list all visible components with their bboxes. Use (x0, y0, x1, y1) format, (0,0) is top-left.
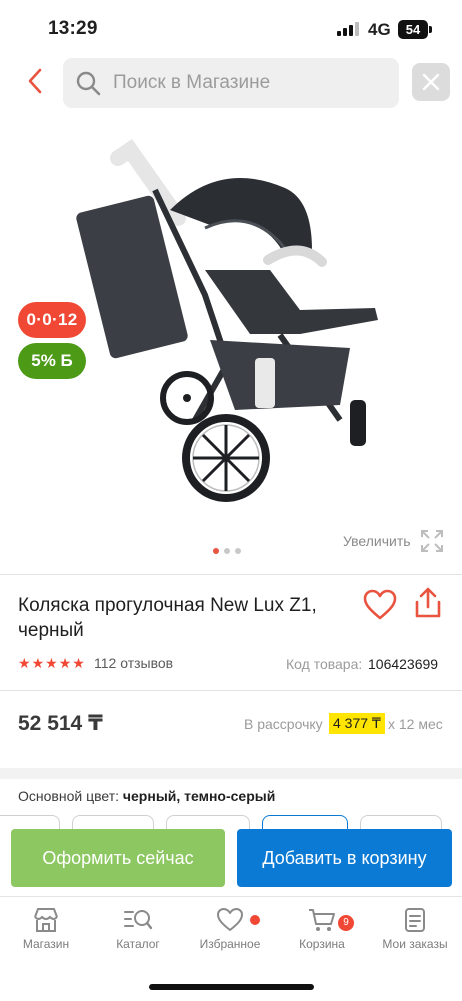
home-indicator[interactable] (149, 984, 314, 990)
nav-label: Каталог (116, 937, 160, 951)
product-gallery[interactable] (0, 120, 462, 560)
cart-count-badge: 9 (338, 915, 354, 931)
search-icon (76, 71, 101, 96)
back-button[interactable] (20, 66, 50, 96)
share-icon[interactable] (414, 587, 442, 619)
section-separator (0, 768, 462, 779)
installment-label: В рассрочку (244, 716, 323, 732)
network-type: 4G (368, 20, 391, 39)
chevron-left-icon (28, 68, 42, 94)
reviews-link[interactable]: 112 отзывов (94, 655, 173, 671)
divider (0, 690, 462, 691)
installment-months: x 12 мес (388, 716, 443, 732)
nav-label: Избранное (199, 937, 261, 951)
star-icon: ★ (45, 655, 58, 671)
product-code-value: 106423699 (368, 656, 439, 672)
nav-item-orders[interactable]: Мои заказы (368, 907, 462, 951)
bonus-badge: 5% Б (18, 343, 86, 379)
pagination-dot (213, 548, 219, 554)
nav-item-favorites[interactable]: Избранное (184, 907, 276, 951)
divider (0, 574, 462, 575)
nav-item-catalog[interactable]: Каталог (92, 907, 184, 951)
heart-icon[interactable] (363, 589, 397, 621)
nav-item-store[interactable]: Магазин (0, 907, 92, 951)
zoom-label[interactable]: Увеличить (343, 533, 411, 549)
star-icon: ★ (18, 655, 31, 671)
nav-label: Магазин (22, 937, 70, 951)
status-time: 13:29 (48, 18, 98, 39)
product-title: Коляска прогулочная New Lux Z1, черный (18, 595, 317, 641)
pagination-dot (224, 548, 230, 554)
heart-icon (217, 908, 243, 931)
battery-icon: 54 (398, 20, 432, 39)
order-now-button[interactable]: Оформить сейчас (11, 829, 225, 887)
star-icon: ★ (31, 655, 45, 671)
search-placeholder: Поиск в Магазине (113, 72, 271, 93)
catalog-search-icon (124, 910, 153, 930)
pagination-dot (235, 548, 241, 554)
main-color: Основной цвет: черный, темно-серый (18, 788, 275, 804)
add-to-cart-button[interactable]: Добавить в корзину (237, 829, 452, 887)
orders-icon (405, 908, 425, 932)
product-code-label: Код товара: (286, 656, 363, 672)
installment-amount[interactable]: 4 377 ₸ (329, 713, 385, 734)
star-icon: ★ (72, 655, 85, 671)
close-button[interactable] (412, 63, 450, 101)
search-input[interactable]: Поиск в Магазине (63, 58, 399, 108)
notification-dot (250, 915, 260, 925)
store-icon (34, 908, 58, 932)
signal-icon (337, 22, 361, 36)
rating-stars: ★ ★ ★ ★ ★ (18, 655, 85, 671)
main-color-value: черный, темно-серый (122, 788, 276, 804)
cart-icon (309, 909, 335, 931)
product-price: 52 514 ₸ (18, 712, 103, 735)
nav-label: Корзина (299, 937, 345, 951)
main-color-label: Основной цвет: (18, 788, 119, 804)
star-icon: ★ (58, 655, 72, 671)
nav-item-cart[interactable]: Корзина 9 (276, 907, 368, 951)
gallery-pagination (213, 548, 241, 556)
nav-label: Мои заказы (382, 937, 448, 951)
expand-icon[interactable] (420, 529, 444, 553)
stroller-image (76, 139, 378, 502)
installment-badge: 0·0·12 (18, 302, 86, 338)
close-icon (422, 73, 440, 91)
